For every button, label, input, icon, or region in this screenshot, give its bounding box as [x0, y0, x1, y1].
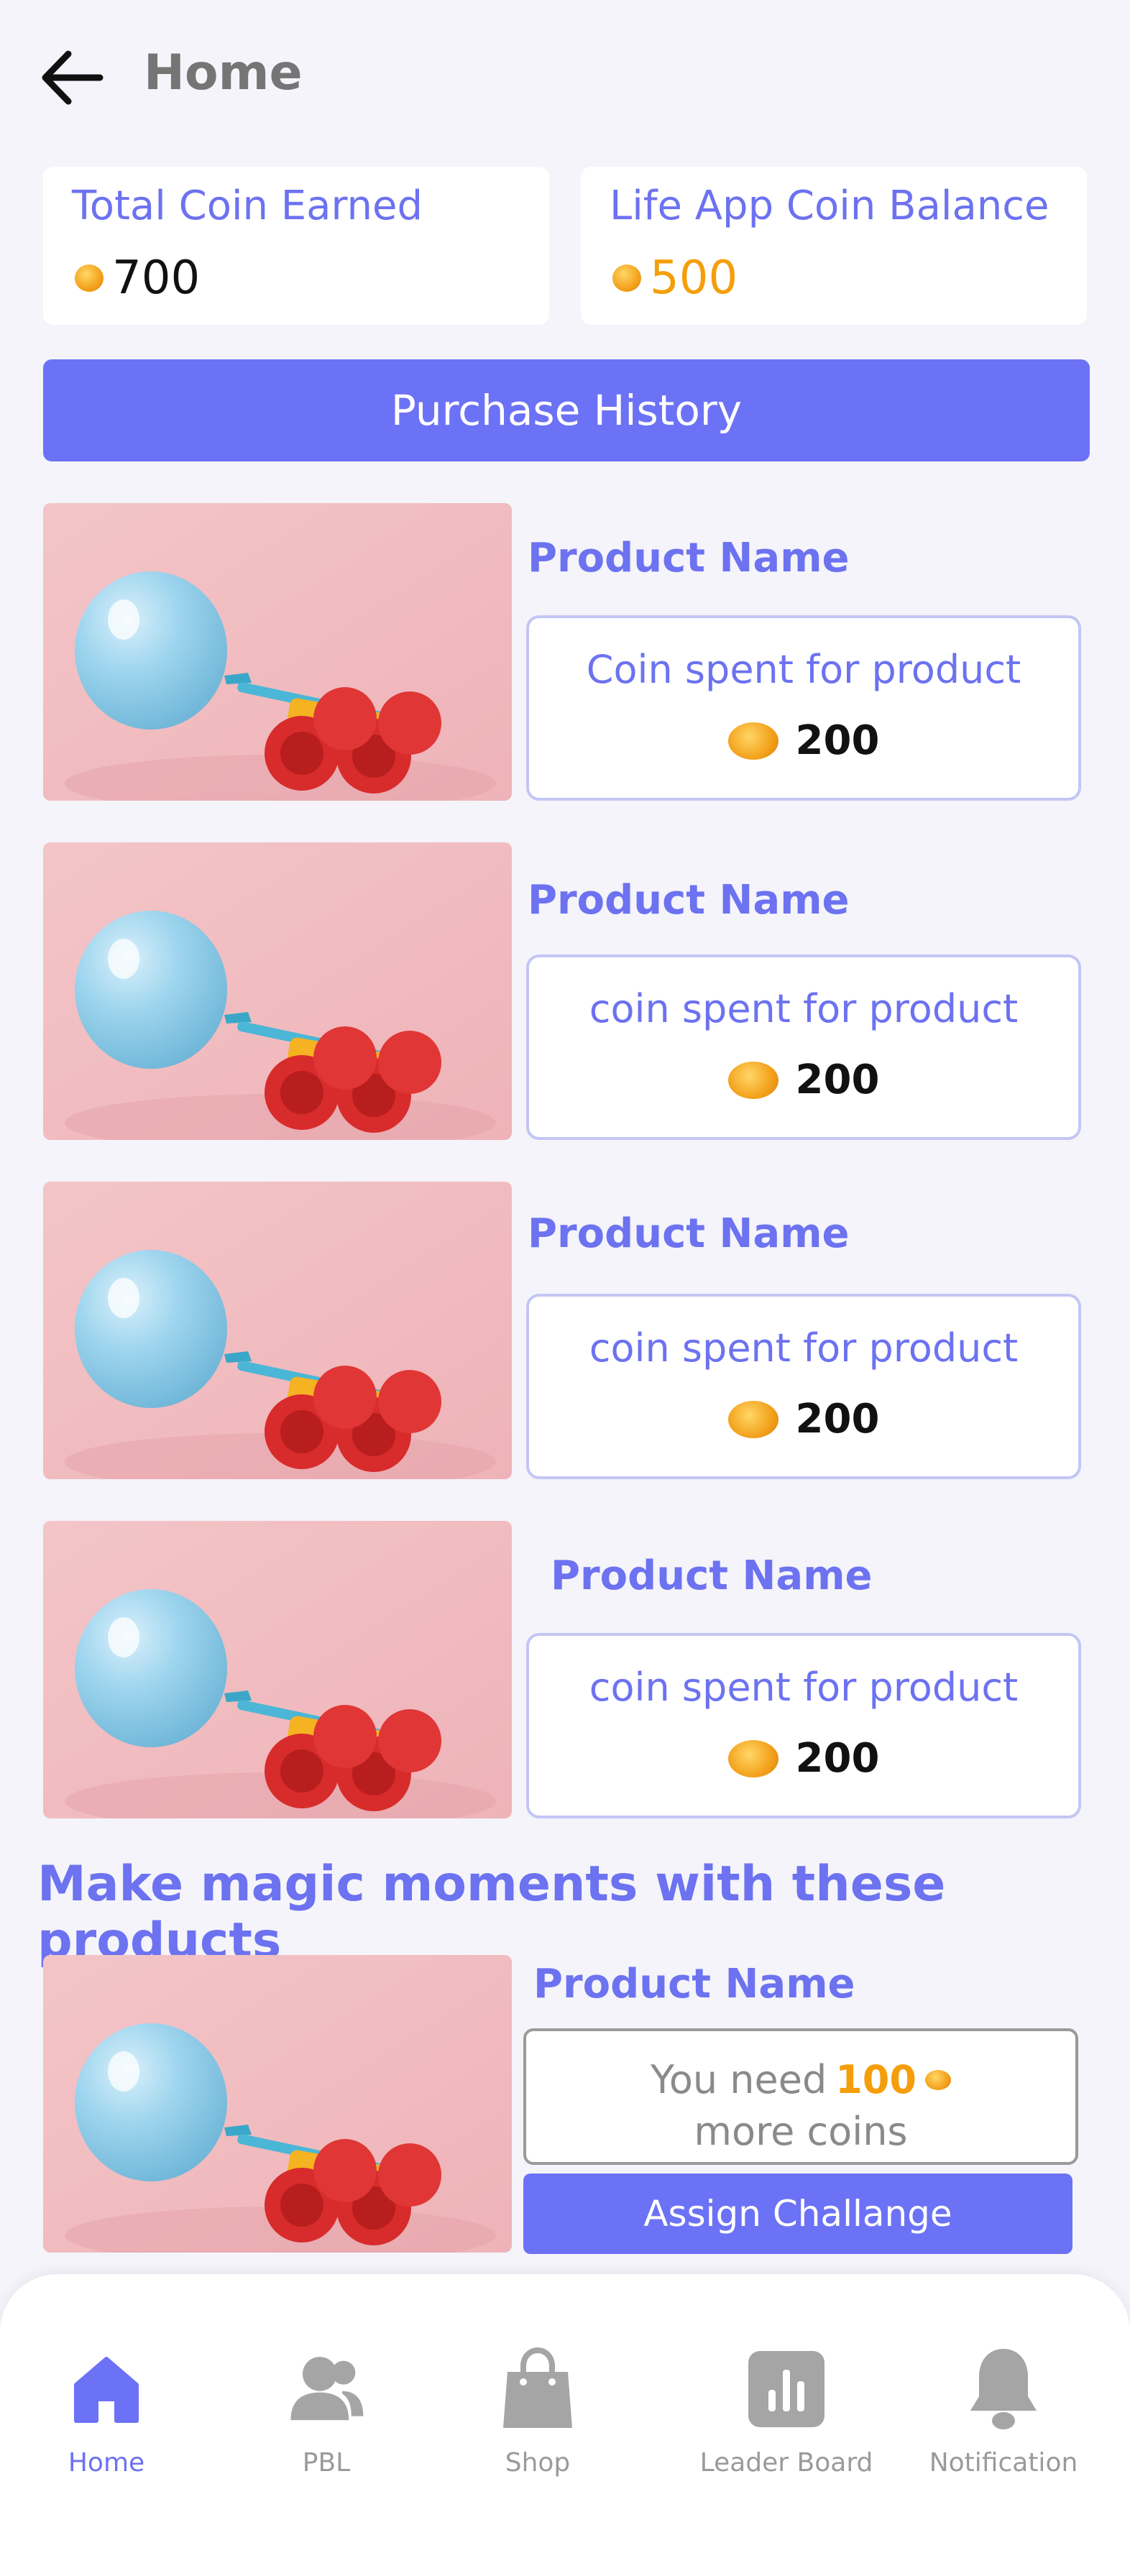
coin-spent-value: 200 [795, 1396, 880, 1443]
coins-needed-box: You need 100 more coins [523, 2028, 1078, 2165]
bar-chart-icon [747, 2346, 826, 2432]
coin-icon [727, 1061, 778, 1099]
coin-icon [727, 1739, 778, 1777]
nav-leader-board[interactable]: Leader Board [700, 2346, 873, 2504]
back-arrow-icon[interactable] [36, 42, 108, 114]
shopping-bag-icon [498, 2346, 577, 2432]
product-image [43, 842, 512, 1140]
coin-spent-label: coin spent for product [589, 1325, 1019, 1371]
coin-spent-label: Coin spent for product [586, 647, 1021, 692]
assign-challenge-button[interactable]: Assign Challange [523, 2174, 1072, 2254]
app-header: Home [0, 0, 1130, 151]
product-name: Product Name [528, 877, 850, 924]
product-image [43, 1182, 512, 1479]
nav-leader-board-label: Leader Board [699, 2448, 873, 2478]
purchased-product-card[interactable]: Product Name coin spent for product 200 [0, 1182, 1130, 1479]
home-icon [67, 2346, 146, 2432]
nav-pbl-label: PBL [302, 2448, 351, 2478]
coin-spent-box: coin spent for product 200 [526, 1294, 1081, 1479]
nav-shop[interactable]: Shop [451, 2346, 624, 2504]
coin-spent-value: 200 [795, 1735, 880, 1782]
coin-icon [727, 722, 778, 760]
coin-spent-label: coin spent for product [589, 986, 1019, 1031]
coin-icon [75, 264, 104, 292]
nav-notification[interactable]: Notification [917, 2346, 1090, 2504]
purchased-product-card[interactable]: Product Name coin spent for product 200 [0, 842, 1130, 1140]
coin-icon [924, 2069, 951, 2090]
product-name: Product Name [533, 1961, 855, 2007]
nav-pbl[interactable]: PBL [240, 2346, 413, 2504]
bottom-nav: Home PBL Shop Leader Board Notification [0, 2274, 1130, 2576]
coin-balance-label: Life App Coin Balance [610, 183, 1049, 229]
purchase-history-button[interactable]: Purchase History [43, 359, 1090, 461]
coin-icon [727, 1400, 778, 1438]
product-image [43, 1521, 512, 1818]
coin-spent-box: Coin spent for product 200 [526, 615, 1081, 801]
coin-balance-value: 500 [650, 252, 738, 305]
page-title: Home [144, 45, 303, 101]
total-coin-label: Total Coin Earned [72, 183, 423, 229]
need-prefix: You need [651, 2057, 827, 2102]
nav-home[interactable]: Home [20, 2346, 193, 2504]
purchased-product-card[interactable]: Product Name coin spent for product 200 [0, 1521, 1130, 1818]
coin-spent-value: 200 [795, 1057, 880, 1103]
product-image [43, 503, 512, 801]
nav-notification-label: Notification [929, 2448, 1078, 2478]
need-suffix: more coins [694, 2109, 908, 2154]
purchased-product-card[interactable]: Product Name Coin spent for product 200 [0, 503, 1130, 801]
nav-home-label: Home [68, 2448, 145, 2478]
product-name: Product Name [528, 1210, 850, 1257]
nav-shop-label: Shop [505, 2448, 571, 2478]
need-amount: 100 [835, 2057, 917, 2102]
total-coin-card: Total Coin Earned 700 [43, 167, 549, 325]
total-coin-value: 700 [112, 252, 201, 305]
coin-spent-value: 200 [795, 717, 880, 764]
coin-spent-box: coin spent for product 200 [526, 954, 1081, 1140]
coin-spent-label: coin spent for product [589, 1665, 1019, 1710]
coin-spent-box: coin spent for product 200 [526, 1633, 1081, 1818]
bell-icon [964, 2346, 1043, 2432]
product-name: Product Name [551, 1552, 873, 1599]
recommend-heading: Make magic moments with these products [37, 1856, 946, 1969]
coin-balance-card: Life App Coin Balance 500 [581, 167, 1087, 325]
coin-icon [612, 264, 641, 292]
product-name: Product Name [528, 535, 850, 581]
people-icon [287, 2346, 366, 2432]
product-image [43, 1955, 512, 2253]
